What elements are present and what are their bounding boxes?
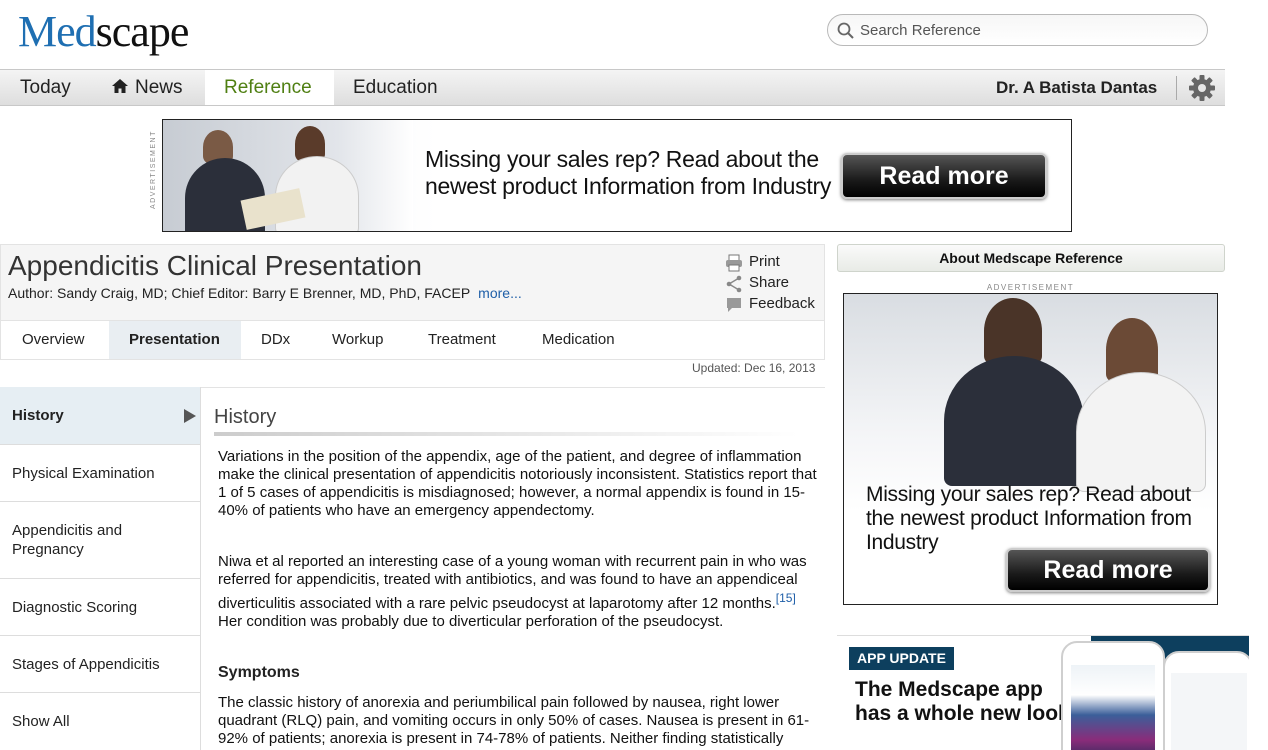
section-divider — [214, 432, 799, 436]
symptoms-heading: Symptoms — [218, 664, 300, 681]
nav-reference[interactable]: Reference — [205, 70, 334, 105]
feedback-button[interactable]: Feedback — [725, 295, 815, 316]
section-sidebar: History Physical Examination Appendiciti… — [0, 387, 201, 750]
app-update-badge: APP UPDATE — [849, 647, 954, 670]
nav-today[interactable]: Today — [20, 70, 71, 105]
gear-icon[interactable] — [1187, 73, 1217, 103]
phone-image — [1163, 651, 1249, 750]
search-box[interactable] — [827, 14, 1208, 46]
tab-overview[interactable]: Overview — [22, 321, 85, 359]
search-icon — [837, 22, 854, 39]
home-icon — [112, 79, 128, 93]
sidebar-item-show-all[interactable]: Show All — [0, 693, 200, 750]
updated-date: Updated: Dec 16, 2013 — [692, 361, 816, 375]
phone-image — [1061, 641, 1165, 750]
paragraph: Niwa et al reported an interesting case … — [218, 553, 807, 630]
more-link[interactable]: more... — [478, 285, 522, 301]
arrow-right-icon — [184, 408, 196, 423]
sidebar-item-diagnostic-scoring[interactable]: Diagnostic Scoring — [0, 579, 200, 636]
app-headline: The Medscape app has a whole new look — [855, 678, 1070, 725]
reference-link[interactable]: [15] — [776, 591, 796, 605]
tab-ddx[interactable]: DDx — [261, 321, 290, 359]
medscape-logo[interactable]: Medscape — [18, 6, 189, 57]
article-content: History Variations in the position of th… — [201, 387, 825, 750]
tab-treatment[interactable]: Treatment — [428, 321, 496, 359]
nav-education[interactable]: Education — [353, 70, 438, 105]
read-more-button[interactable]: Read more — [841, 153, 1047, 199]
page-title: Appendicitis Clinical Presentation — [8, 250, 422, 281]
tab-workup[interactable]: Workup — [332, 321, 383, 359]
nav-divider — [1176, 76, 1177, 100]
read-more-button[interactable]: Read more — [1006, 548, 1210, 592]
site-header: Medscape — [0, 0, 1225, 70]
share-button[interactable]: Share — [725, 274, 815, 295]
article-authors: Author: Sandy Craig, MD; Chief Editor: B… — [8, 285, 522, 301]
top-advertisement[interactable]: Missing your sales rep? Read about the n… — [162, 119, 1072, 232]
ad-photo — [163, 120, 413, 231]
section-title: History — [214, 406, 277, 428]
ad-text: Missing your sales rep? Read about the n… — [866, 483, 1192, 554]
share-icon — [726, 275, 742, 293]
advertisement-label: ADVERTISEMENT — [986, 283, 1075, 292]
sidebar-item-physical-examination[interactable]: Physical Examination — [0, 445, 200, 502]
paragraph: Variations in the position of the append… — [218, 448, 817, 519]
nav-news[interactable]: News — [111, 70, 183, 105]
user-name[interactable]: Dr. A Batista Dantas — [996, 70, 1157, 105]
sidebar-item-appendicitis-pregnancy[interactable]: Appendicitis and Pregnancy — [0, 502, 200, 579]
print-button[interactable]: Print — [725, 253, 815, 274]
speech-bubble-icon — [727, 298, 741, 312]
tab-presentation[interactable]: Presentation — [109, 321, 241, 359]
printer-icon — [726, 254, 742, 272]
tab-medication[interactable]: Medication — [542, 321, 615, 359]
nav-news-label: News — [135, 77, 183, 98]
side-advertisement[interactable]: Missing your sales rep? Read about the n… — [843, 293, 1218, 605]
article-header: Appendicitis Clinical Presentation Autho… — [0, 244, 825, 321]
app-update-promo[interactable]: APP UPDATE The Medscape app has a whole … — [837, 635, 1249, 750]
main-nav: Today News Reference Education Dr. A Bat… — [0, 69, 1225, 106]
paragraph: The classic history of anorexia and peri… — [218, 694, 810, 750]
advertisement-label: ADVERTISEMENT — [150, 130, 157, 210]
about-reference-button[interactable]: About Medscape Reference — [837, 244, 1225, 272]
ad-text: Missing your sales rep? Read about the n… — [425, 146, 832, 199]
sidebar-item-history[interactable]: History — [0, 387, 200, 445]
article-tools: Print Share Feedback — [725, 253, 815, 316]
sidebar-item-stages[interactable]: Stages of Appendicitis — [0, 636, 200, 693]
search-input[interactable] — [860, 20, 1200, 40]
article-tabs: Overview Presentation DDx Workup Treatme… — [0, 320, 825, 360]
